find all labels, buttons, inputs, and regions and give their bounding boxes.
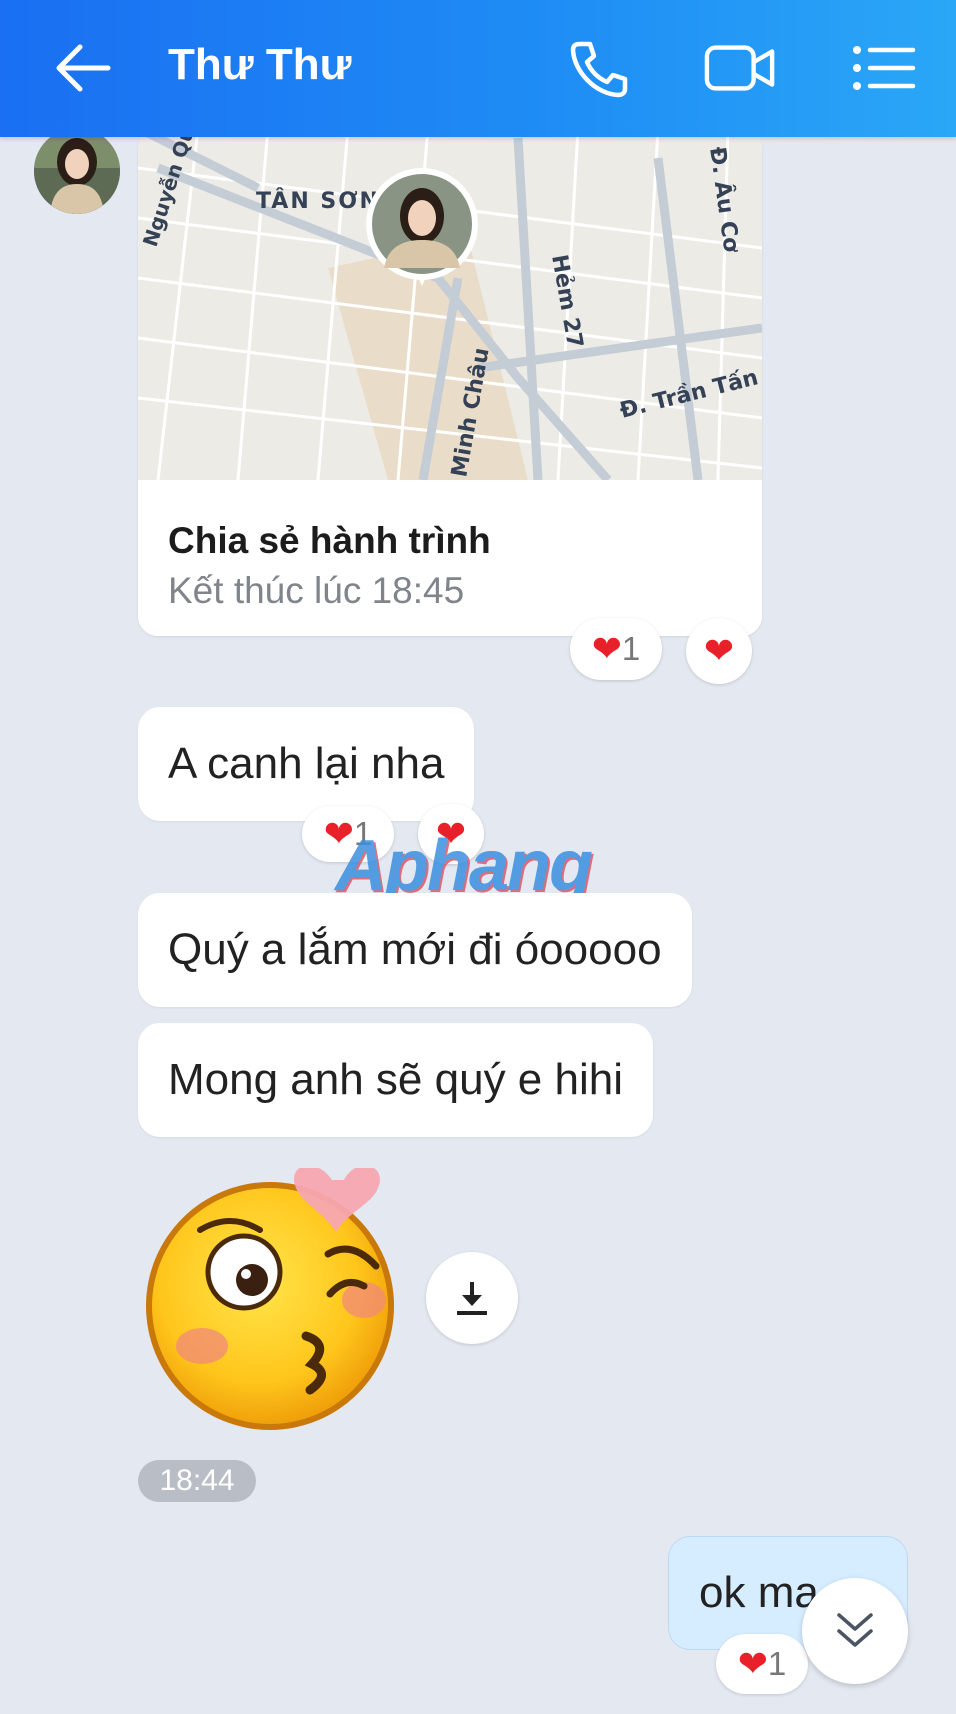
reaction-count-badge[interactable]: ❤ 1: [716, 1634, 808, 1694]
message-bubble[interactable]: A canh lại nha: [138, 707, 475, 821]
video-call-icon[interactable]: [704, 34, 776, 102]
message-text: Mong anh sẽ quý e hihi: [168, 1055, 623, 1104]
download-button[interactable]: [426, 1252, 518, 1344]
chat-header: Thư Thư: [0, 0, 956, 137]
journey-title: Chia sẻ hành trình: [168, 520, 491, 561]
phone-icon[interactable]: [562, 34, 634, 102]
message-bubble[interactable]: Mong anh sẽ quý e hihi: [138, 1023, 653, 1137]
message-text: A canh lại nha: [168, 739, 445, 788]
timestamp-badge: 18:44: [138, 1460, 256, 1502]
download-icon: [457, 1282, 487, 1315]
add-reaction-button[interactable]: ❤: [686, 618, 752, 684]
map-preview[interactable]: TÂN SƠN N Nguyễn Qu Đ. Âu Cơ Hẻm 27 Đ. T…: [138, 128, 762, 480]
journey-subtitle: Kết thúc lúc 18:45: [168, 570, 465, 611]
journey-share-card[interactable]: TÂN SƠN N Nguyễn Qu Đ. Âu Cơ Hẻm 27 Đ. T…: [138, 128, 762, 636]
heart-icon: ❤: [591, 628, 622, 670]
reaction-count: 1: [621, 630, 641, 667]
message-text: ok ma: [699, 1568, 819, 1617]
scroll-to-bottom-button[interactable]: [802, 1578, 908, 1684]
heart-icon: ❤: [703, 630, 735, 672]
reaction-count-badge[interactable]: ❤ 1: [570, 618, 662, 680]
menu-list-icon[interactable]: [848, 34, 920, 102]
back-arrow-icon[interactable]: [47, 34, 119, 102]
contact-name[interactable]: Thư Thư: [168, 40, 351, 90]
message-bubble[interactable]: Quý a lắm mới đi óooooo: [138, 893, 692, 1007]
contact-avatar[interactable]: [34, 128, 120, 214]
reaction-count: 1: [767, 1645, 787, 1682]
journey-card-body[interactable]: Chia sẻ hành trình Kết thúc lúc 18:45: [138, 480, 762, 636]
message-text: Quý a lắm mới đi óooooo: [168, 925, 662, 974]
heart-icon: ❤: [737, 1643, 768, 1685]
double-chevron-down-icon: [837, 1613, 873, 1647]
kiss-wink-emoji-sticker[interactable]: [140, 1165, 404, 1432]
